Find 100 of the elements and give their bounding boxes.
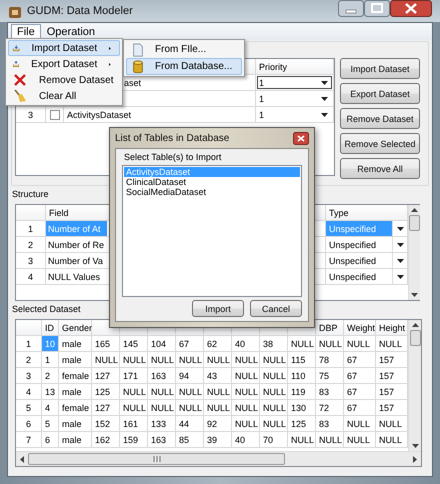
maximize-button[interactable]	[364, 0, 390, 17]
dialog-button[interactable]: Cancel	[250, 300, 302, 317]
table-cell: NULL	[148, 352, 176, 368]
table-cell: NULL	[120, 400, 148, 416]
table-cell-text: Number of Re	[47, 238, 106, 252]
table-cell: NULL	[344, 336, 376, 352]
table-cell: NULL	[92, 352, 120, 368]
table-cell: 67	[344, 352, 376, 368]
table-cell: NULL	[204, 400, 232, 416]
menu-item[interactable]: Clear All	[8, 88, 120, 104]
table-cell: 125	[288, 416, 316, 432]
column-header[interactable]: Height	[376, 320, 408, 336]
table-cell: 162	[92, 432, 120, 448]
down-arrow-icon[interactable]	[412, 444, 418, 448]
table-cell: 43	[204, 368, 232, 384]
menu-item[interactable]: From Database...	[126, 58, 242, 75]
checkbox[interactable]	[50, 110, 60, 120]
table-cell: 67	[344, 368, 376, 384]
priority-dropdown[interactable]: 1	[256, 107, 333, 122]
table-cell: 4	[42, 400, 59, 416]
app-icon	[8, 5, 22, 19]
table-cell: 40	[232, 336, 260, 352]
dropdown-arrow-icon	[396, 226, 404, 230]
table-cell: Number of At	[46, 221, 107, 236]
scrollbar-thumb[interactable]	[28, 453, 285, 465]
table-cell: NULL	[148, 400, 176, 416]
row-header: 3	[16, 253, 46, 269]
prompt-label: Select Table(s) to Import	[124, 152, 222, 162]
scrollbar-thumb[interactable]	[409, 215, 420, 231]
column-header[interactable]: Priority	[256, 59, 334, 75]
table-cell: NULL	[176, 384, 204, 400]
menu-item[interactable]: From FIle...	[126, 41, 242, 58]
table-cell: NULL	[316, 432, 344, 448]
table-cell: 67	[344, 400, 376, 416]
table-cell: male	[59, 416, 92, 432]
row-header: 2	[16, 237, 46, 253]
type-dropdown[interactable]: Unspecified	[326, 237, 407, 252]
type-dropdown[interactable]: Unspecified	[326, 269, 407, 284]
table-cell: NULL	[204, 384, 232, 400]
row-header: 4	[16, 384, 42, 400]
table-cell: ActivitysDataset	[64, 107, 256, 123]
minimize-button[interactable]	[338, 0, 364, 17]
close-button[interactable]	[293, 132, 309, 144]
down-arrow-icon[interactable]	[411, 293, 418, 297]
table-cell: 6	[42, 432, 59, 448]
menu-item[interactable]: Operation	[40, 24, 102, 40]
dialog-button[interactable]: Import	[192, 300, 244, 317]
priority-dropdown[interactable]: 1	[256, 91, 333, 106]
action-button[interactable]: Remove All	[340, 158, 420, 179]
scrollbar[interactable]	[408, 320, 421, 451]
dropdown-arrow-icon	[321, 112, 328, 116]
table-cell: male	[59, 352, 92, 368]
section-label: Structure	[12, 189, 49, 199]
window-title: GUDM: Data Modeler	[27, 4, 133, 19]
table-cell: 13	[42, 384, 59, 400]
list-item[interactable]: ClinicalDataset	[124, 177, 300, 187]
table-cell: 67	[344, 384, 376, 400]
left-arrow-icon[interactable]	[20, 456, 24, 462]
table-list[interactable]: ActivitysDataset ClinicalDataset SocialMediaDataset	[122, 165, 302, 297]
up-arrow-icon[interactable]	[411, 208, 418, 212]
dropdown-arrow-icon	[396, 242, 404, 246]
scrollbar[interactable]	[16, 451, 421, 466]
row-header: 3	[16, 107, 46, 123]
table-cell: 85	[176, 432, 204, 448]
action-button[interactable]: Remove Dataset	[340, 108, 420, 129]
column-header[interactable]: DBP	[316, 320, 344, 336]
table-cell: 40	[232, 432, 260, 448]
table-cell: NULL	[344, 432, 376, 448]
header-cell	[16, 320, 42, 336]
menu-item[interactable]: Export Dataset	[8, 56, 120, 72]
type-dropdown[interactable]: Unspecified	[326, 253, 407, 268]
table-cell: 127	[92, 400, 120, 416]
scrollbar-thumb[interactable]	[410, 330, 420, 346]
table-cell: NULL	[288, 336, 316, 352]
delete-icon	[13, 73, 27, 87]
dialog-title: List of Tables in Database	[115, 132, 230, 144]
action-button[interactable]: Remove Selected	[340, 133, 420, 154]
table-cell: 165	[92, 336, 120, 352]
table-cell: 70	[260, 432, 288, 448]
close-button[interactable]	[390, 0, 432, 17]
column-header[interactable]: Type	[326, 205, 408, 221]
column-header[interactable]: Weight	[344, 320, 376, 336]
row-header: 3	[16, 368, 42, 384]
menu-item[interactable]: Import Dataset	[8, 40, 120, 56]
table-cell: 127	[92, 368, 120, 384]
action-button[interactable]: Import Dataset	[340, 58, 420, 79]
table-cell: 145	[120, 336, 148, 352]
right-arrow-icon[interactable]	[413, 456, 417, 462]
up-arrow-icon[interactable]	[412, 323, 418, 327]
table-cell: 44	[176, 416, 204, 432]
list-item[interactable]: SocialMediaDataset	[124, 187, 300, 197]
table-cell: NULL	[232, 352, 260, 368]
scrollbar[interactable]	[408, 205, 420, 300]
priority-dropdown[interactable]: 1	[256, 75, 333, 90]
column-header[interactable]: ID	[42, 320, 59, 336]
table-cell: 104	[148, 336, 176, 352]
action-button[interactable]: Export Dataset	[340, 83, 420, 104]
table-cell-text: NULL Values	[47, 270, 102, 284]
table-cell: 119	[288, 384, 316, 400]
column-header[interactable]: Gender	[59, 320, 92, 336]
